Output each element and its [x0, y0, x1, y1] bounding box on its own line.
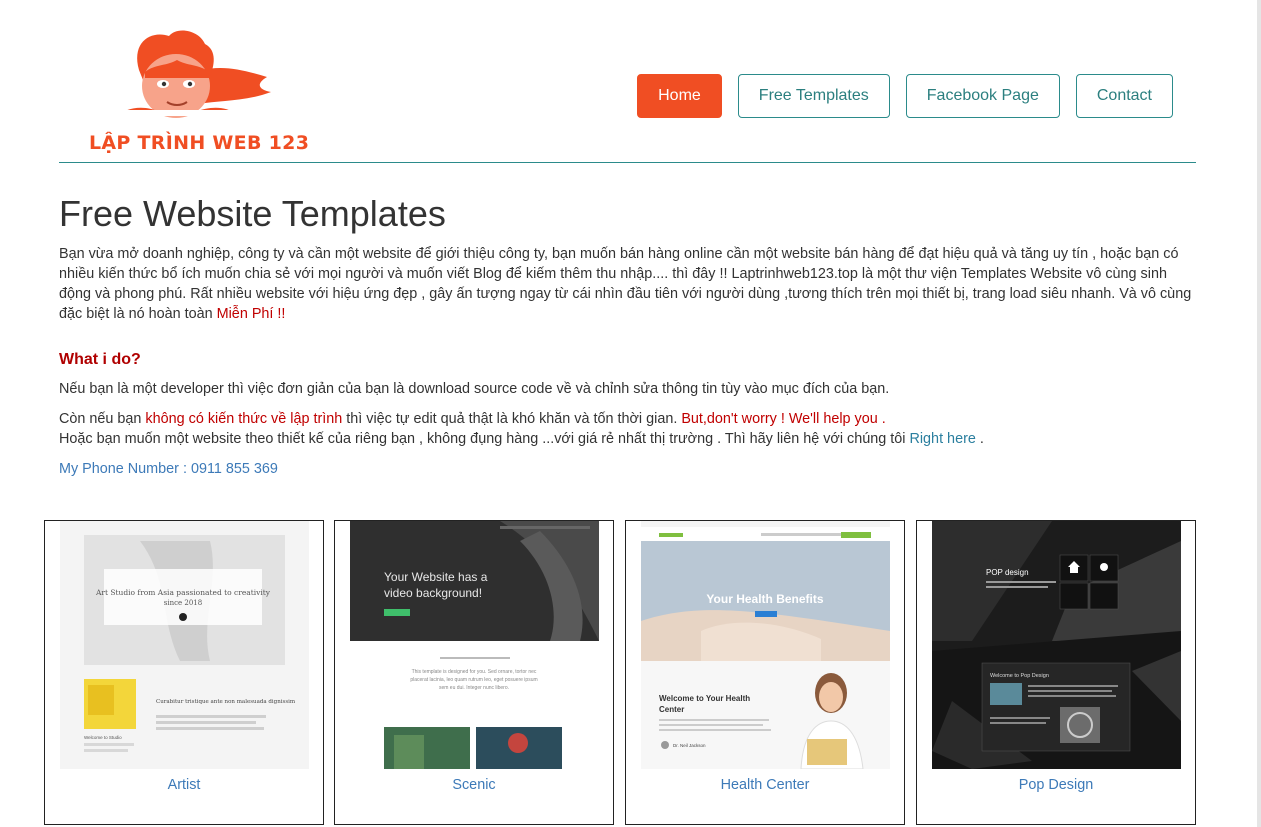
health-thumb-doctor: Dr. Neil Jackson — [673, 743, 706, 748]
site-logo[interactable]: LẬP TRÌNH WEB 123 — [59, 22, 309, 162]
logo-text: LẬP TRÌNH WEB 123 — [89, 132, 310, 154]
template-card-pop-design[interactable]: POP design Welcome to Pop Design Pop Des… — [916, 520, 1196, 825]
template-label-scenic[interactable]: Scenic — [335, 777, 613, 793]
pop-thumb-welcome: Welcome to Pop Design — [990, 673, 1049, 679]
artist-thumb-welcome: Welcome to Studio — [84, 735, 122, 740]
nav-contact-button[interactable]: Contact — [1075, 74, 1173, 118]
developer-paragraph: Nếu bạn là một developer thì việc đơn gi… — [59, 379, 1199, 399]
artist-thumb-title: Art Studio from Asia passionated to crea… — [95, 588, 271, 597]
health-thumb-welcome: Welcome to Your Health — [659, 694, 750, 703]
scenic-thumb-heading-1: Your Website has a — [384, 570, 488, 584]
what-i-do-heading: What i do? — [59, 351, 141, 368]
help-paragraph: Còn nếu bạn không có kiến thức về lập tr… — [59, 409, 1199, 449]
help-text-highlight-1: không có kiến thức về lập trình — [145, 411, 343, 427]
template-card-artist[interactable]: Art Studio from Asia passionated to crea… — [44, 520, 324, 825]
help-text-b: thì việc tự edit quả thật là khó khăn và… — [346, 411, 678, 427]
health-thumb-center: Center — [659, 705, 684, 714]
artist-thumb-since: since 2018 — [164, 599, 202, 607]
phone-number: My Phone Number : 0911 855 369 — [59, 461, 278, 477]
pop-thumb-title: POP design — [986, 568, 1029, 577]
template-label-pop-design[interactable]: Pop Design — [917, 777, 1195, 793]
help-text-a: Còn nếu bạn — [59, 411, 142, 427]
right-here-link[interactable]: Right here — [909, 431, 975, 447]
site-header: LẬP TRÌNH WEB 123 Home Free Templates Fa… — [59, 0, 1196, 164]
help-text-highlight-2: But,don't worry ! We'll help you . — [681, 411, 886, 427]
scenic-thumb-text-2: placerat lacinia, leo quam rutrum leo, e… — [410, 677, 537, 683]
health-thumb-hero: Your Health Benefits — [706, 592, 823, 606]
scenic-thumb-heading-2: video background! — [384, 586, 482, 600]
artist-thumb-heading: Curabitur tristique ante non malesuada d… — [156, 699, 296, 705]
custom-design-text: Hoặc bạn muốn một website theo thiết kế … — [59, 431, 906, 447]
nav-facebook-page-button[interactable]: Facebook Page — [905, 74, 1060, 118]
scenic-thumb-text-3: sem eu dui. Integer nunc libero. — [439, 685, 509, 691]
intro-free-highlight: Miễn Phí !! — [216, 306, 286, 322]
template-thumbnail-artist[interactable]: Art Studio from Asia passionated to crea… — [60, 521, 309, 769]
template-thumbnail-health-center[interactable]: Your Health Benefits Welcome to Your Hea… — [641, 521, 890, 769]
template-card-scenic[interactable]: Your Website has a video background! Thi… — [334, 520, 614, 825]
nav-free-templates-button[interactable]: Free Templates — [737, 74, 890, 118]
main-content: Free Website Templates Bạn vừa mở doanh … — [59, 192, 1199, 479]
page-title: Free Website Templates — [59, 193, 446, 234]
template-card-health-center[interactable]: Your Health Benefits Welcome to Your Hea… — [625, 520, 905, 825]
developer-text: Nếu bạn là một developer thì việc đơn gi… — [59, 381, 890, 397]
intro-paragraph: Bạn vừa mở doanh nghiệp, công ty và cần … — [59, 244, 1199, 324]
mascot-logo-icon — [119, 30, 271, 118]
template-thumbnail-scenic[interactable]: Your Website has a video background! Thi… — [350, 521, 599, 769]
scenic-thumb-text-1: This template is designed for you. Sed o… — [412, 669, 537, 675]
template-thumbnail-pop-design[interactable]: POP design Welcome to Pop Design — [932, 521, 1181, 769]
nav-home-button[interactable]: Home — [637, 74, 722, 118]
header-divider — [59, 162, 1196, 163]
main-nav: Home Free Templates Facebook Page Contac… — [637, 74, 1173, 118]
custom-design-text-end: . — [979, 431, 984, 447]
page-scrollbar[interactable] — [1257, 0, 1261, 827]
template-label-health-center[interactable]: Health Center — [626, 777, 904, 793]
template-label-artist[interactable]: Artist — [45, 777, 323, 793]
